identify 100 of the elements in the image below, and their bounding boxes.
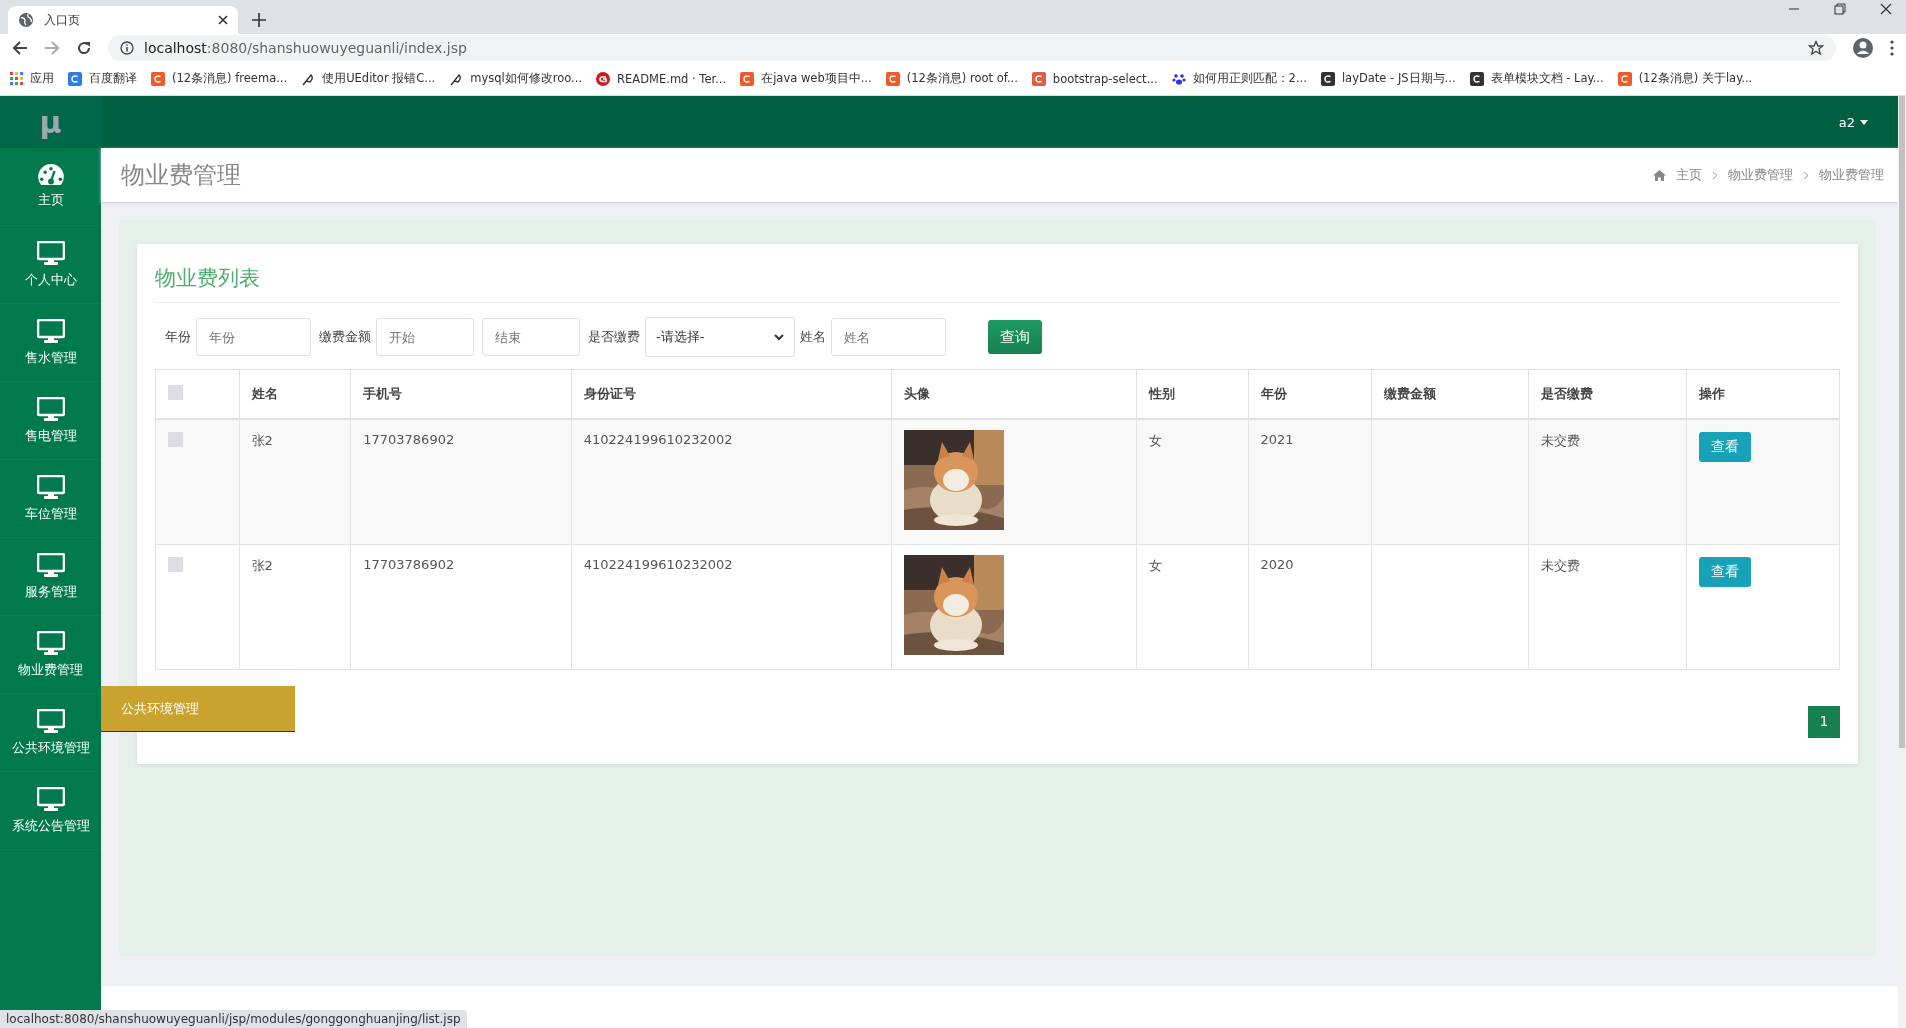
input-field[interactable]: 姓名 [831, 318, 946, 356]
table-cell: 17703786902 [363, 432, 455, 447]
bookmark[interactable]: 百度翻译 [68, 71, 137, 86]
site-logo-icon [1469, 71, 1484, 86]
table-cell: 女 [1148, 433, 1162, 448]
bookmark[interactable]: 应用 [10, 71, 54, 86]
info-icon [120, 41, 134, 55]
table-cell: 张2 [251, 433, 273, 448]
breadcrumb-link[interactable]: 物业费管理 [1819, 166, 1884, 184]
bookmark[interactable]: mysql如何修改roo... [449, 71, 583, 86]
table-cell: 2021 [1260, 432, 1294, 447]
input-field[interactable]: 开始 [376, 318, 474, 356]
home-icon [1653, 169, 1666, 181]
new-tab-icon[interactable] [252, 13, 266, 27]
column-header: 操作 [1698, 386, 1725, 401]
close-icon[interactable] [218, 15, 228, 25]
column-header: 缴费金额 [1384, 386, 1437, 401]
select-field[interactable]: -请选择- [645, 317, 795, 357]
column-header: 性别 [1148, 386, 1175, 401]
monitor-icon [36, 474, 65, 499]
input-field[interactable]: 结束 [482, 318, 580, 356]
table-cell: 未交费 [1541, 433, 1581, 448]
monitor-icon [36, 708, 65, 733]
site-logo-icon [151, 71, 165, 86]
apps-grid-icon [10, 72, 23, 85]
breadcrumb-link[interactable]: 主页 [1676, 166, 1702, 184]
bookmark[interactable]: (12条消息) 关于lay... [1617, 71, 1753, 86]
close-icon[interactable] [1880, 3, 1892, 15]
site-logo-icon [596, 71, 611, 86]
bookmark[interactable]: 在java web项目中... [740, 71, 872, 86]
star-icon[interactable] [1808, 40, 1824, 56]
bookmark[interactable]: layDate - JS日期与... [1320, 71, 1456, 86]
site-logo-icon [1617, 71, 1632, 86]
url-text: localhost:8080/shanshuowuyeguanli/index.jsp [144, 40, 468, 56]
monitor-icon [36, 240, 65, 265]
feather-icon [449, 71, 464, 86]
user-menu[interactable]: a2 [1838, 114, 1868, 130]
monitor-icon [36, 318, 65, 343]
checkbox[interactable] [168, 432, 183, 447]
bookmark[interactable]: (12条消息) freema... [151, 71, 288, 86]
site-logo-icon [885, 71, 900, 86]
site-logo-icon [740, 71, 755, 86]
checkbox[interactable] [168, 556, 183, 572]
chevron-icon [1712, 170, 1718, 180]
site-logo-icon [1031, 71, 1046, 86]
input-field[interactable]: 年份 [196, 318, 311, 356]
table-cell: 17703786902 [363, 556, 455, 572]
monitor-icon [36, 396, 65, 421]
monitor-icon [36, 552, 65, 577]
table-cell: 410224199610232002 [583, 556, 733, 572]
bookmark[interactable]: (12条消息) root of... [885, 71, 1018, 86]
filter-label: 缴费金额 [319, 328, 371, 346]
column-header: 头像 [904, 386, 931, 401]
globe-icon [18, 12, 34, 28]
back-icon[interactable] [12, 40, 28, 56]
card-title: 物业费列表 [155, 264, 1840, 303]
filter-label: 姓名 [800, 328, 826, 346]
status-bar: localhost:8080/shanshuowuyeguanli/jsp/modules/gonggonghuanjing/list.jsp [0, 1010, 467, 1028]
logo: μ [0, 96, 101, 148]
column-header: 身份证号 [583, 386, 636, 401]
table-cell: 张2 [251, 557, 273, 573]
browser-tab[interactable]: 入口页 [8, 6, 238, 34]
reload-icon[interactable] [76, 40, 92, 56]
menu-icon[interactable] [1890, 40, 1894, 56]
table-cell: 410224199610232002 [583, 432, 733, 447]
column-header: 手机号 [363, 386, 403, 401]
site-logo-icon [68, 71, 82, 86]
paw-icon [1171, 71, 1186, 86]
monitor-icon [36, 630, 65, 655]
scrollbar[interactable] [1899, 96, 1905, 749]
restore-icon[interactable] [1834, 3, 1846, 15]
page-title: 物业费管理 [121, 160, 241, 191]
chevron-icon [1803, 170, 1809, 180]
caret-icon [1860, 119, 1868, 125]
account-icon[interactable] [1852, 37, 1874, 59]
bookmark[interactable]: bootstrap-select... [1031, 71, 1158, 86]
table-cell: 女 [1148, 557, 1162, 573]
feather-icon [301, 71, 316, 86]
tab-title: 入口页 [44, 11, 81, 29]
checkbox[interactable] [168, 385, 183, 400]
bookmark[interactable]: README.md · Ter... [596, 71, 727, 86]
table-cell: 2020 [1260, 556, 1294, 572]
search-button[interactable]: 查询 [988, 320, 1042, 354]
bookmark[interactable]: 表单模块文档 - Lay... [1469, 71, 1604, 86]
page-button[interactable]: 1 [1808, 705, 1840, 738]
address-bar[interactable]: localhost:8080/shanshuowuyeguanli/index.jsp [108, 35, 1836, 61]
monitor-icon [36, 786, 65, 811]
filter-label: 是否缴费 [588, 328, 640, 346]
dashboard-icon [37, 164, 64, 185]
column-header: 年份 [1260, 386, 1287, 401]
column-header: 是否缴费 [1541, 386, 1594, 401]
column-header: 姓名 [251, 386, 278, 401]
bookmark[interactable]: 使用UEditor 报错C... [301, 71, 436, 86]
table-cell: 未交费 [1541, 557, 1581, 573]
site-logo-icon [1320, 71, 1335, 86]
tooltip: 公共环境管理 [101, 686, 295, 732]
filter-label: 年份 [165, 328, 191, 346]
bookmark[interactable]: 如何用正则匹配：2... [1171, 71, 1307, 86]
breadcrumb-link[interactable]: 物业费管理 [1728, 166, 1793, 184]
chevron-down-icon [774, 333, 784, 341]
